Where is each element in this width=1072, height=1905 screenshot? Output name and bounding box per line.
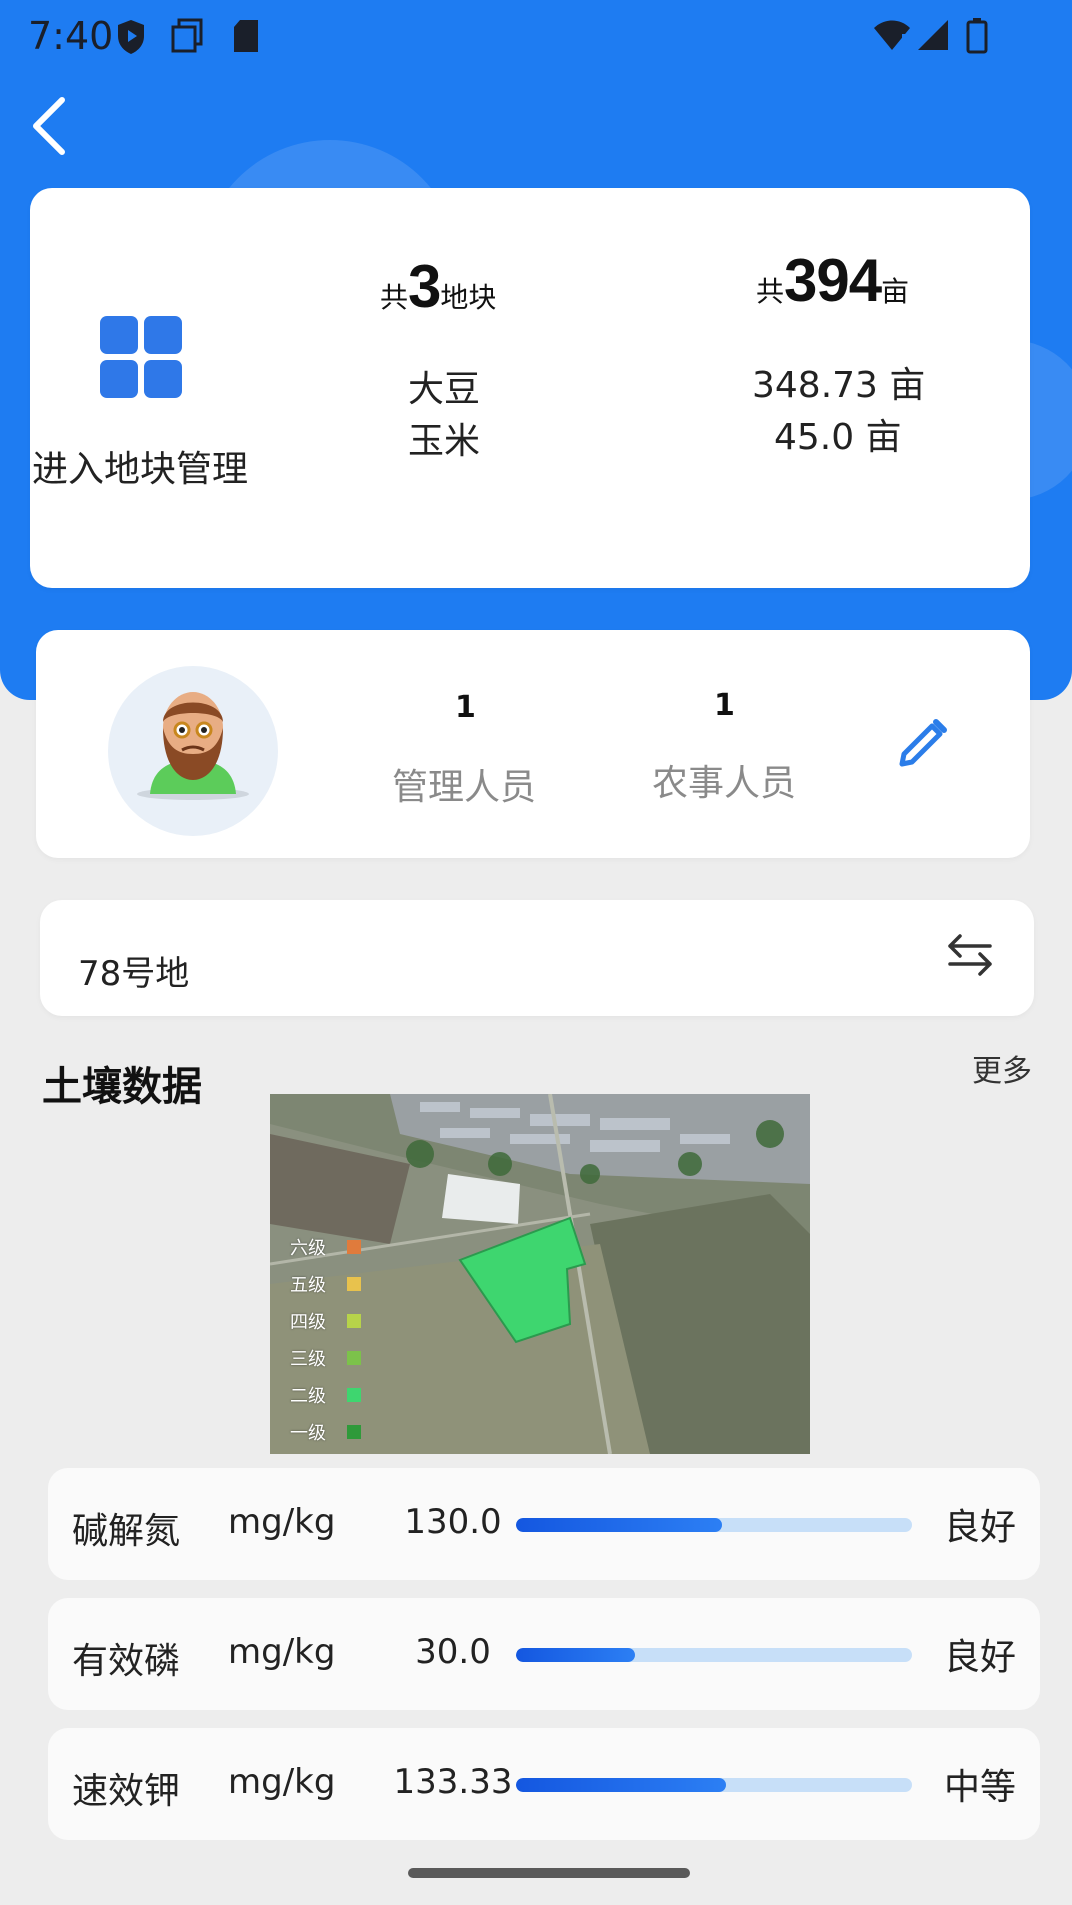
soil-item-name: 有效磷	[72, 1641, 181, 1682]
status-time: 7:40	[28, 14, 114, 58]
crop-name: 玉米	[408, 421, 481, 462]
back-button[interactable]	[22, 90, 82, 160]
soil-map: 六级 五级 四级 三级 二级 一级	[270, 1094, 810, 1454]
soil-item-value: 133.33	[393, 1762, 513, 1802]
soil-item-grade: 中等	[944, 1767, 1017, 1808]
selected-plot: 78号地	[78, 954, 190, 994]
soil-item-unit: mg/kg	[228, 1632, 336, 1672]
crop-area: 348.73 亩	[752, 365, 926, 406]
farmhand-count: 1	[714, 688, 735, 723]
chevron-left-icon	[33, 97, 65, 155]
swap-icon[interactable]	[944, 928, 996, 980]
manager-label[interactable]: 管理人员	[392, 758, 536, 810]
soil-data-title: 土壤数据	[42, 1064, 202, 1110]
sd-card-icon	[234, 20, 258, 52]
soil-item-grade: 良好	[944, 1637, 1017, 1678]
total-area: 共394亩	[756, 247, 910, 314]
crop-name: 大豆	[408, 369, 481, 410]
edit-icon[interactable]	[896, 714, 952, 770]
avatar	[108, 666, 278, 836]
soil-level-bar	[516, 1518, 912, 1532]
manager-count: 1	[455, 690, 476, 725]
soil-item-name: 速效钾	[72, 1771, 181, 1812]
farmer-avatar-icon	[137, 692, 249, 800]
soil-level-bar	[516, 1778, 912, 1792]
soil-item-nitrogen[interactable]: 碱解氮 mg/kg 130.0 良好	[48, 1468, 1040, 1580]
shield-icon	[118, 20, 144, 54]
battery-icon	[966, 18, 988, 54]
more-link[interactable]: 更多	[972, 1046, 1032, 1090]
soil-item-potassium[interactable]: 速效钾 mg/kg 133.33 中等	[48, 1728, 1040, 1840]
grid-icon	[100, 316, 182, 398]
soil-item-phosphorus[interactable]: 有效磷 mg/kg 30.0 良好	[48, 1598, 1040, 1710]
wifi-icon	[874, 20, 910, 50]
plot-count: 共3地块	[380, 253, 497, 320]
soil-item-unit: mg/kg	[228, 1502, 336, 1542]
signal-icon	[918, 20, 948, 50]
home-indicator[interactable]	[408, 1868, 690, 1878]
farmhand-label[interactable]: 农事人员	[652, 754, 796, 806]
plot-management-label: 进入地块管理	[32, 449, 249, 490]
status-bar: 7:40	[0, 0, 1072, 80]
soil-item-name: 碱解氮	[72, 1511, 181, 1552]
copy-icon	[171, 18, 203, 53]
soil-item-unit: mg/kg	[228, 1762, 336, 1802]
soil-item-value: 130.0	[404, 1502, 502, 1542]
soil-level-bar	[516, 1648, 912, 1662]
soil-item-grade: 良好	[944, 1507, 1017, 1548]
crop-area: 45.0 亩	[774, 417, 902, 458]
soil-item-value: 30.0	[415, 1632, 491, 1672]
